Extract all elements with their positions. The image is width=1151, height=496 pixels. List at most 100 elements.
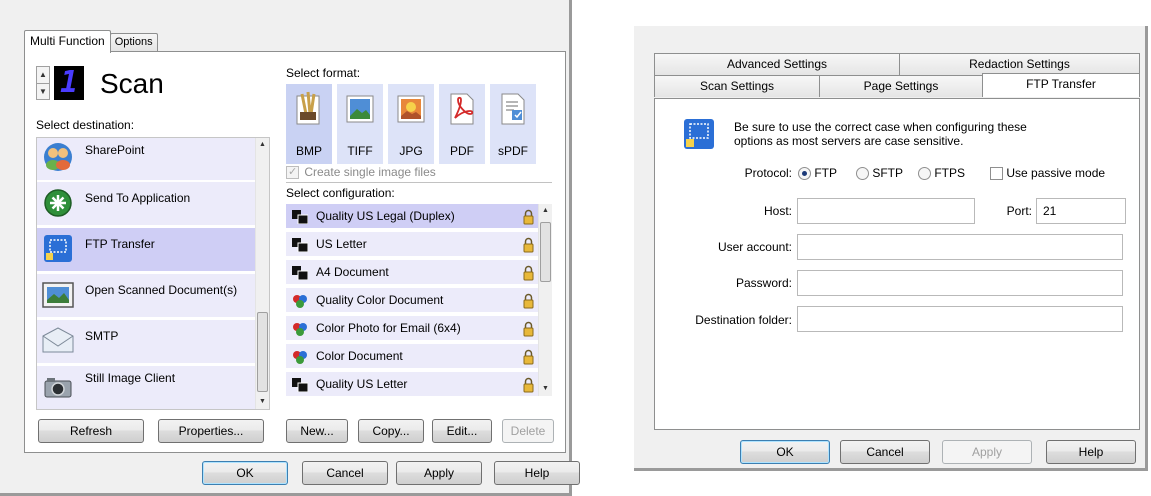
configuration-label: Quality US Letter bbox=[316, 377, 408, 391]
format-bmp[interactable]: BMP bbox=[286, 84, 332, 164]
format-label: TIFF bbox=[347, 144, 373, 158]
configuration-item[interactable]: Color Document bbox=[286, 344, 538, 370]
new-button[interactable]: New... bbox=[286, 419, 348, 443]
radio-ftps[interactable] bbox=[918, 167, 931, 181]
select-configuration-label: Select configuration: bbox=[286, 186, 395, 200]
tab-multi-function[interactable]: Multi Function bbox=[24, 30, 111, 53]
destination-item-ftp-transfer[interactable]: FTP Transfer bbox=[37, 228, 257, 272]
color-config-icon bbox=[293, 295, 307, 308]
destination-scrollbar[interactable]: ▲ ▼ bbox=[255, 138, 269, 409]
case-warning-line: options as most servers are case sensiti… bbox=[734, 134, 964, 148]
format-spdf[interactable]: sPDF bbox=[490, 84, 536, 164]
protocol-ftp-option[interactable]: FTP bbox=[798, 166, 837, 181]
configuration-item[interactable]: Color Photo for Email (6x4) bbox=[286, 316, 538, 342]
lock-icon bbox=[523, 265, 534, 281]
black-white-config-icon bbox=[292, 210, 308, 224]
destination-item-open-scanned-documents[interactable]: Open Scanned Document(s) bbox=[37, 274, 257, 318]
cancel-button[interactable]: Cancel bbox=[302, 461, 388, 485]
configuration-item[interactable]: Quality US Legal (Duplex) bbox=[286, 204, 538, 230]
case-warning-line: Be sure to use the correct case when con… bbox=[734, 120, 1027, 134]
scroll-down-icon[interactable]: ▼ bbox=[256, 395, 269, 409]
port-input[interactable]: 21 bbox=[1036, 198, 1126, 224]
configuration-item[interactable]: US Letter bbox=[286, 232, 538, 258]
destination-item-send-to-application[interactable]: Send To Application bbox=[37, 182, 257, 226]
protocol-ftps-option[interactable]: FTPS bbox=[918, 166, 965, 181]
configuration-list: Quality US Legal (Duplex) US Letter A4 D… bbox=[286, 204, 552, 396]
format-pdf[interactable]: PDF bbox=[439, 84, 485, 164]
send-to-application-icon bbox=[44, 189, 72, 217]
scroll-up-icon[interactable]: ▲ bbox=[256, 138, 269, 152]
tab-scan-settings[interactable]: Scan Settings bbox=[654, 75, 820, 97]
radio-sftp-label: SFTP bbox=[872, 166, 904, 180]
password-input[interactable] bbox=[797, 270, 1123, 296]
scroll-down-icon[interactable]: ▼ bbox=[539, 382, 552, 396]
protocol-sftp-option[interactable]: SFTP bbox=[856, 166, 904, 181]
lock-icon bbox=[523, 321, 534, 337]
help-button[interactable]: Help bbox=[1046, 440, 1136, 464]
destination-label: Still Image Client bbox=[85, 371, 176, 385]
apply-button[interactable]: Apply bbox=[396, 461, 482, 485]
single-image-option[interactable]: Create single image files bbox=[286, 165, 436, 180]
scroll-up-icon[interactable]: ▲ bbox=[539, 204, 552, 218]
jpg-image-icon bbox=[397, 95, 425, 123]
single-image-checkbox[interactable] bbox=[286, 165, 299, 180]
format-label: BMP bbox=[295, 144, 322, 158]
tiff-image-icon bbox=[346, 95, 374, 123]
configuration-label: Color Photo for Email (6x4) bbox=[316, 321, 461, 335]
format-label: JPG bbox=[399, 144, 423, 158]
destination-folder-input[interactable] bbox=[797, 306, 1123, 332]
destination-label: SharePoint bbox=[85, 143, 145, 157]
protocol-label: Protocol: bbox=[744, 166, 792, 180]
format-jpg[interactable]: JPG bbox=[388, 84, 434, 164]
radio-sftp[interactable] bbox=[856, 167, 869, 181]
passive-mode-option[interactable]: Use passive mode bbox=[990, 166, 1106, 181]
tab-advanced-settings[interactable]: Advanced Settings bbox=[654, 53, 900, 75]
scroll-thumb[interactable] bbox=[540, 222, 551, 282]
tab-page-settings[interactable]: Page Settings bbox=[819, 75, 983, 97]
ftp-transfer-icon bbox=[44, 235, 72, 262]
lock-icon bbox=[523, 209, 534, 225]
configuration-label: A4 Document bbox=[316, 265, 389, 279]
refresh-button[interactable]: Refresh bbox=[38, 419, 144, 443]
select-format-label: Select format: bbox=[286, 66, 361, 80]
format-tiff[interactable]: TIFF bbox=[337, 84, 383, 164]
cancel-button[interactable]: Cancel bbox=[840, 440, 930, 464]
host-input[interactable] bbox=[797, 198, 975, 224]
tab-redaction-settings[interactable]: Redaction Settings bbox=[899, 53, 1140, 75]
configuration-scrollbar[interactable]: ▲ ▼ bbox=[538, 204, 552, 396]
user-account-input[interactable] bbox=[797, 234, 1123, 260]
format-label: PDF bbox=[450, 144, 474, 158]
configuration-label: US Letter bbox=[316, 237, 367, 251]
delete-button[interactable]: Delete bbox=[502, 419, 554, 443]
destination-item-sharepoint[interactable]: SharePoint bbox=[37, 138, 257, 181]
help-button[interactable]: Help bbox=[494, 461, 580, 485]
configuration-item[interactable]: Quality Color Document bbox=[286, 288, 538, 314]
passive-mode-checkbox[interactable] bbox=[990, 167, 1003, 181]
case-warning-text: Be sure to use the correct case when con… bbox=[734, 120, 1027, 148]
user-account-label: User account: bbox=[717, 240, 792, 254]
lock-icon bbox=[523, 293, 534, 309]
configuration-item[interactable]: Quality US Letter bbox=[286, 372, 538, 396]
passive-mode-label: Use passive mode bbox=[1006, 166, 1106, 180]
radio-ftp[interactable] bbox=[798, 167, 811, 181]
spinner-down-icon[interactable]: ▼ bbox=[37, 83, 49, 99]
black-white-config-icon bbox=[292, 266, 308, 280]
lock-icon bbox=[523, 377, 534, 393]
configuration-item[interactable]: A4 Document bbox=[286, 260, 538, 286]
copy-button[interactable]: Copy... bbox=[358, 419, 424, 443]
tab-ftp-transfer[interactable]: FTP Transfer bbox=[982, 73, 1140, 97]
ok-button[interactable]: OK bbox=[740, 440, 830, 464]
destination-item-still-image-client[interactable]: Still Image Client bbox=[37, 366, 257, 409]
sharepoint-icon bbox=[44, 143, 72, 171]
properties-button[interactable]: Properties... bbox=[158, 419, 264, 443]
destination-spinner[interactable]: ▲ ▼ bbox=[36, 66, 50, 100]
camera-icon bbox=[44, 378, 72, 398]
tab-options[interactable]: Options bbox=[109, 33, 158, 52]
spinner-up-icon[interactable]: ▲ bbox=[37, 67, 49, 83]
destination-item-smtp[interactable]: SMTP bbox=[37, 320, 257, 364]
ok-button[interactable]: OK bbox=[202, 461, 288, 485]
scroll-thumb[interactable] bbox=[257, 312, 268, 392]
edit-button[interactable]: Edit... bbox=[432, 419, 492, 443]
apply-button[interactable]: Apply bbox=[942, 440, 1032, 464]
port-label: Port: bbox=[1006, 204, 1032, 218]
